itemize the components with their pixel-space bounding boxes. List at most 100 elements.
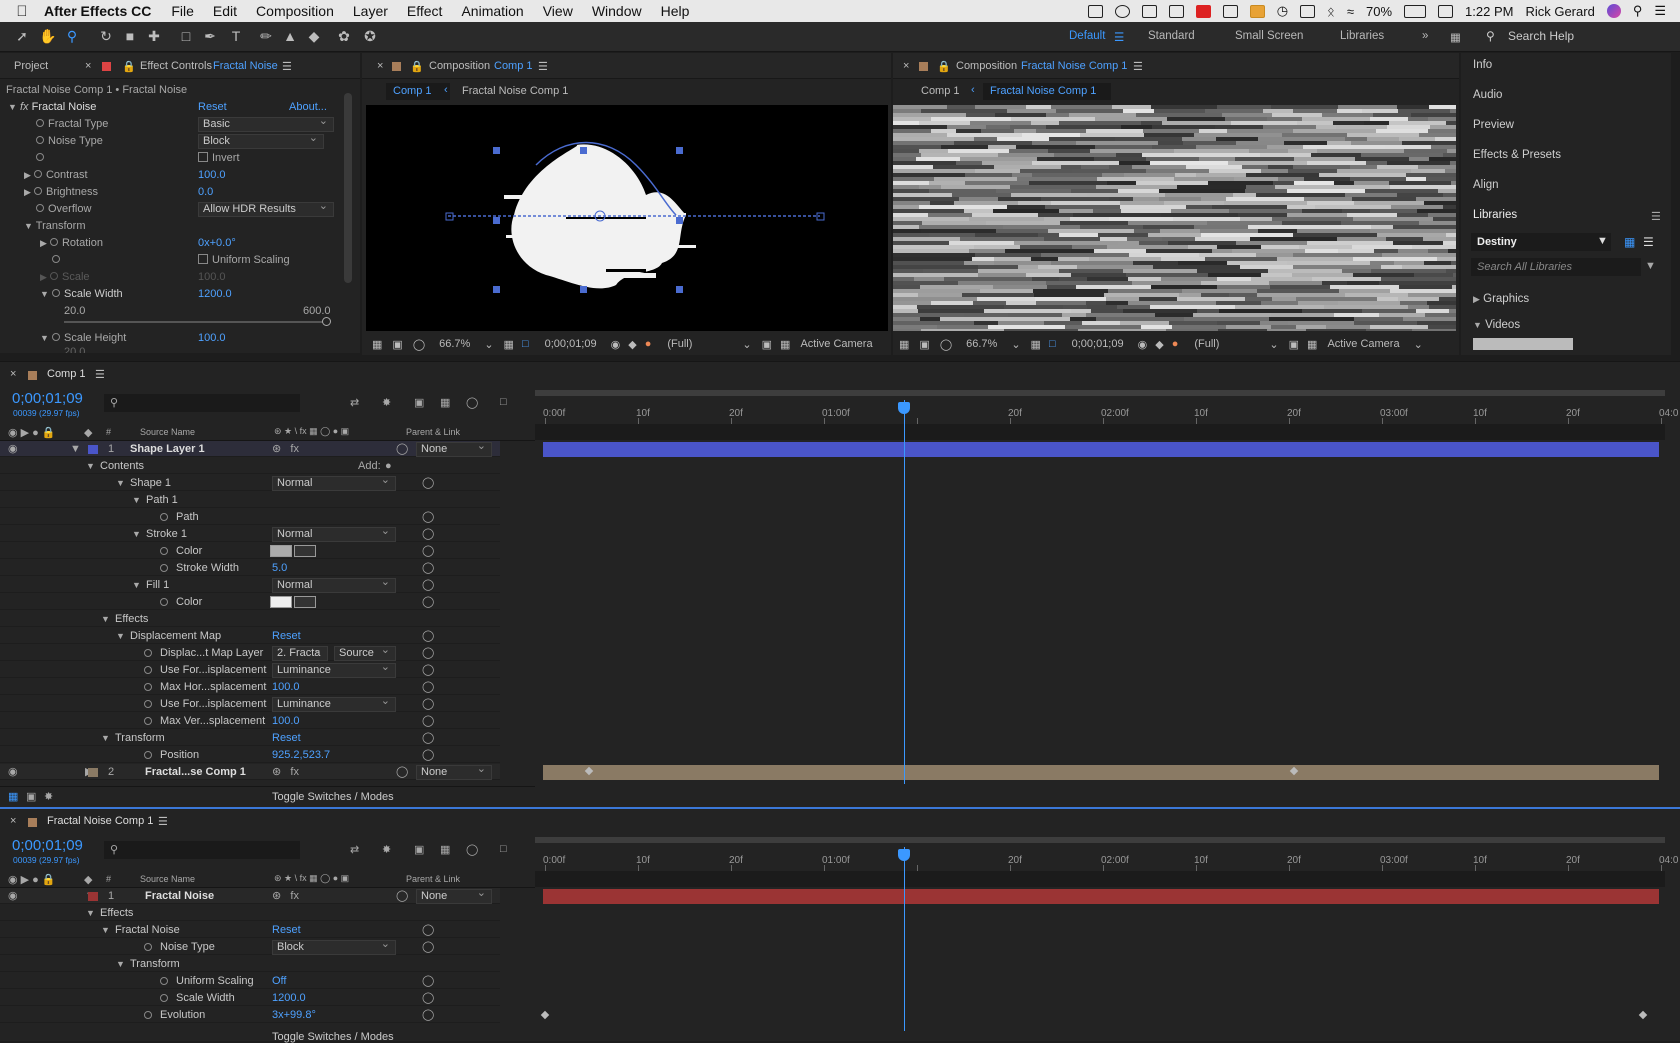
info-panel[interactable]: Info xyxy=(1473,59,1492,71)
pick-whip-icon[interactable]: ◯ xyxy=(396,441,408,457)
chevron-down-icon[interactable]: ⌄ xyxy=(1269,338,1278,351)
stopwatch-icon[interactable] xyxy=(33,170,42,178)
stopwatch-icon[interactable] xyxy=(144,717,152,725)
time-ruler[interactable] xyxy=(535,851,1665,867)
hand-tool-icon[interactable]: ✋ xyxy=(38,28,58,45)
creative-cloud-icon[interactable] xyxy=(1114,4,1130,18)
chevron-down-icon[interactable]: ⌄ xyxy=(484,338,493,351)
property-row[interactable]: ▼ Displacement Map Reset ◯ xyxy=(0,628,500,644)
stopwatch-icon[interactable] xyxy=(144,683,152,691)
bluetooth-icon[interactable]: ᛟ xyxy=(1327,4,1335,19)
expression-pickwhip-icon[interactable]: ◯ xyxy=(422,594,434,610)
stopwatch-icon[interactable] xyxy=(52,255,60,263)
timeline-tab[interactable]: Fractal Noise Comp 1 xyxy=(47,815,153,827)
library-select[interactable]: Destiny xyxy=(1471,233,1611,251)
viewer-timecode[interactable]: 0;00;01;09 xyxy=(1072,338,1124,350)
property-value[interactable]: Off xyxy=(272,973,286,989)
layer-switches[interactable]: ⊛ fx xyxy=(272,441,299,457)
layer-search-input[interactable]: ⚲ xyxy=(104,841,300,859)
property-row[interactable]: Stroke Width 5.0 ◯ xyxy=(0,560,500,576)
align-panel[interactable]: Align xyxy=(1473,179,1499,191)
property-select[interactable]: Luminance xyxy=(272,661,396,678)
mask-icon[interactable]: ◯ xyxy=(413,338,425,351)
puppet-pin-tool-icon[interactable]: ✪ xyxy=(360,28,380,45)
property-select[interactable]: 2. Fracta xyxy=(272,644,328,661)
clone-stamp-tool-icon[interactable]: ▲ xyxy=(280,28,300,44)
expression-pickwhip-icon[interactable]: ◯ xyxy=(422,922,434,938)
notification-icon[interactable]: ☰ xyxy=(1654,3,1666,19)
disclosure-icon[interactable]: ▶ xyxy=(40,272,47,282)
layer-label-color[interactable] xyxy=(88,768,98,777)
stopwatch-icon[interactable] xyxy=(51,333,60,341)
expression-pickwhip-icon[interactable]: ◯ xyxy=(422,939,434,955)
property-row[interactable]: Color ◯ xyxy=(0,543,500,559)
disclosure-icon[interactable]: ▶ xyxy=(24,187,31,197)
property-value[interactable]: 100.0 xyxy=(272,713,300,729)
eyedropper-icon[interactable] xyxy=(294,596,316,608)
stopwatch-icon[interactable] xyxy=(160,564,168,572)
menu-animation[interactable]: Animation xyxy=(461,3,523,19)
expression-pickwhip-icon[interactable]: ◯ xyxy=(422,696,434,712)
shy-layers-icon[interactable]: ▣ xyxy=(414,396,424,409)
workspace-libraries[interactable]: Libraries xyxy=(1340,30,1384,42)
chevron-down-icon[interactable]: ▼ xyxy=(1645,260,1656,272)
disclosure-icon[interactable]: ▶ xyxy=(40,238,47,248)
expression-pickwhip-icon[interactable]: ◯ xyxy=(422,1007,434,1023)
channel-icon[interactable]: ● xyxy=(1172,338,1179,350)
layer-duration-bar[interactable] xyxy=(543,889,1659,904)
expression-pickwhip-icon[interactable]: ◯ xyxy=(422,543,434,559)
disclosure-icon[interactable]: ▼ xyxy=(40,289,49,299)
brightness-value[interactable]: 0.0 xyxy=(198,184,213,200)
stopwatch-icon[interactable] xyxy=(36,136,44,144)
uniform-scaling-checkbox[interactable] xyxy=(198,254,208,264)
expression-pickwhip-icon[interactable]: ◯ xyxy=(422,747,434,763)
add-icon[interactable]: ● xyxy=(385,458,392,474)
disclosure-icon[interactable]: ▼ xyxy=(132,526,141,542)
stopwatch-icon[interactable] xyxy=(33,187,42,195)
menu-effect[interactable]: Effect xyxy=(407,3,443,19)
parent-select[interactable]: None xyxy=(416,440,492,457)
stopwatch-icon[interactable] xyxy=(144,1011,152,1019)
rectangle-tool-icon[interactable]: □ xyxy=(176,28,196,44)
layer-row[interactable]: ◉▼1Fractal Noise⊛ fx◯None xyxy=(0,887,500,904)
expression-pickwhip-icon[interactable]: ◯ xyxy=(422,973,434,989)
expression-pickwhip-icon[interactable]: ◯ xyxy=(422,662,434,678)
property-row[interactable]: ▼ Fill 1 Normal ◯ xyxy=(0,576,500,593)
safe-area-icon[interactable]: □ xyxy=(522,338,529,350)
effects-presets-panel[interactable]: Effects & Presets xyxy=(1473,149,1561,161)
current-time-indicator[interactable] xyxy=(904,400,905,784)
menu-composition[interactable]: Composition xyxy=(256,3,334,19)
property-row[interactable]: ▼ Transform Reset ◯ xyxy=(0,730,500,746)
menu-file[interactable]: File xyxy=(171,3,194,19)
camera-select[interactable]: Active Camera xyxy=(1327,338,1399,350)
disclosure-icon[interactable]: ▼ xyxy=(116,475,125,491)
layer-name[interactable]: Fractal Noise xyxy=(145,888,214,904)
stopwatch-icon[interactable] xyxy=(160,994,168,1002)
disclosure-icon[interactable]: ▼ xyxy=(24,221,33,231)
draft-3d-icon[interactable]: ✸ xyxy=(382,843,391,856)
property-row[interactable]: ▼ Path 1 xyxy=(0,492,500,508)
always-preview-icon[interactable]: ▦ xyxy=(372,338,382,351)
tab-project[interactable]: Project xyxy=(14,60,48,72)
display-icon[interactable]: ▣ xyxy=(919,338,929,351)
comp-tab-name[interactable]: Fractal Noise Comp 1 xyxy=(1021,60,1127,72)
eye-icon[interactable]: ◉ xyxy=(8,764,18,780)
resolution-select[interactable]: (Full) xyxy=(1194,338,1219,350)
panel-menu-icon[interactable]: ☰ xyxy=(538,60,548,73)
property-row[interactable]: Path ◯ xyxy=(0,509,500,525)
zoom-tool-icon[interactable]: ⚲ xyxy=(62,28,82,45)
layer-label-color[interactable] xyxy=(88,892,98,901)
property-row[interactable]: Position 925.2,523.7 ◯ xyxy=(0,747,500,763)
wifi-icon[interactable]: ≈ xyxy=(1347,4,1354,19)
property-value[interactable]: Reset xyxy=(272,922,301,938)
stopwatch-icon[interactable] xyxy=(36,153,44,161)
panel-menu-icon[interactable]: ☰ xyxy=(158,815,168,828)
viewer-timecode[interactable]: 0;00;01;09 xyxy=(545,338,597,350)
expression-pickwhip-icon[interactable]: ◯ xyxy=(422,645,434,661)
expand-icon[interactable]: ▣ xyxy=(26,790,36,803)
toggle-switches-modes[interactable]: Toggle Switches / Modes xyxy=(272,791,394,803)
property-row[interactable]: Noise Type Block ◯ xyxy=(0,938,500,955)
app-status-icon-2[interactable] xyxy=(1168,4,1184,18)
eraser-tool-icon[interactable]: ◆ xyxy=(304,28,324,45)
playhead-handle[interactable] xyxy=(898,849,910,861)
